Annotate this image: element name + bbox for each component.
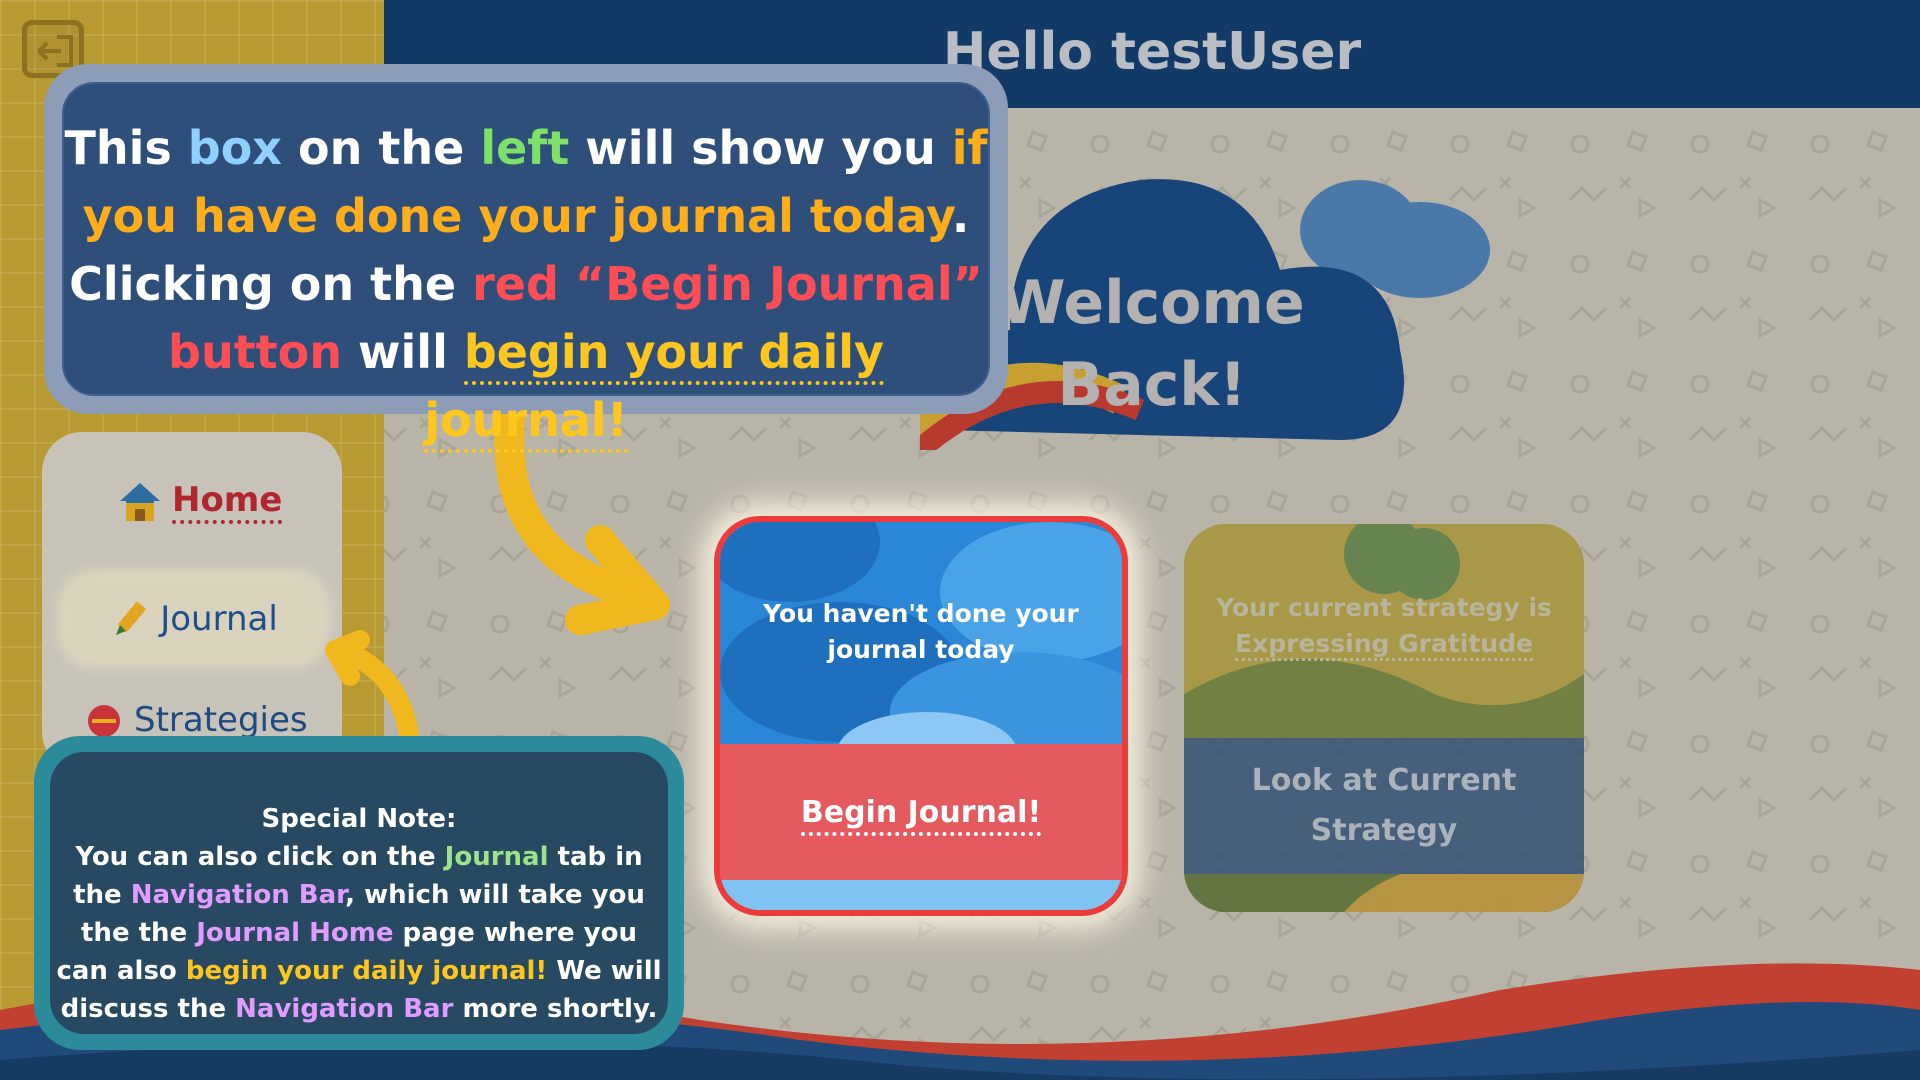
begin-journal-label: Begin Journal! [800, 794, 1042, 836]
logout-icon [37, 35, 73, 67]
tip-text: begin your daily journal! [424, 325, 884, 453]
tip-text: Clicking on the [69, 257, 473, 311]
note-text: page where you [393, 918, 637, 948]
journal-card-sky: You haven't done your journal today [720, 522, 1122, 744]
nav-item-journal[interactable]: Journal [66, 578, 322, 660]
strategy-button-line-2: Strategy [1310, 813, 1458, 848]
status-line-1: You haven't done your [763, 599, 1079, 628]
strategy-card: Your current strategy is Expressing Grat… [1184, 524, 1584, 912]
tip-text: This [64, 121, 188, 175]
journal-status-text: You haven't done your journal today [740, 596, 1102, 668]
navigation-bar: Home Journal Strategies [42, 432, 342, 772]
status-line-2: journal today [827, 635, 1015, 664]
note-line-3: the the Journal Home page where you [50, 914, 668, 952]
strategy-name: Expressing Gratitude [1235, 629, 1533, 661]
special-note-box: Special Note: You can also click on the … [34, 736, 684, 1050]
strategy-icon [88, 705, 120, 737]
app-screen: Hello testUser Welcome Back! Home Journa… [0, 0, 1920, 1080]
note-text: Navigation Bar [130, 880, 346, 910]
note-text: discuss the [60, 994, 236, 1024]
note-text: We will [547, 956, 662, 986]
current-strategy-text: Your current strategy is Expressing Grat… [1194, 590, 1574, 662]
tip-text: red “Begin Journal” [472, 257, 983, 311]
tooltip-line-2: you have done your journal today. [64, 182, 988, 250]
note-text: the [73, 880, 131, 910]
tip-text: if [951, 121, 988, 175]
note-title: Special Note: [261, 804, 457, 834]
tooltip-line-1: This box on the left will show you if [64, 114, 988, 182]
tooltip-line-3: Clicking on the red “Begin Journal” [64, 250, 988, 318]
note-text: You can also click on the [75, 842, 445, 872]
nav-item-strategies[interactable]: Strategies [84, 700, 308, 740]
note-text: tab in [548, 842, 643, 872]
nav-item-label: Journal [160, 599, 278, 639]
tip-text: button [168, 325, 343, 379]
welcome-message: Welcome Back! [952, 262, 1352, 426]
note-text: Journal Home [196, 918, 394, 948]
note-text: can also [56, 956, 186, 986]
nav-item-home[interactable]: Home [118, 480, 283, 524]
tooltip-line-4: button will begin your daily journal! [64, 318, 988, 454]
look-at-current-strategy-button[interactable]: Look at Current Strategy [1184, 738, 1584, 874]
note-text: the the [81, 918, 197, 948]
note-line-4: can also begin your daily journal! We wi… [50, 952, 668, 990]
tip-text: on the [281, 121, 481, 175]
note-line-5: discuss the Navigation Bar more shortly. [50, 990, 668, 1028]
note-text: begin your daily journal! [185, 956, 548, 986]
strategy-button-line-1: Look at Current [1251, 763, 1517, 798]
note-text: Journal [444, 842, 549, 872]
strategy-line-1: Your current strategy is [1216, 593, 1552, 622]
arrow-to-journal-tab [325, 630, 420, 750]
note-text: more shortly. [453, 994, 658, 1024]
note-text: , which will take you [345, 880, 645, 910]
tip-text: box [187, 121, 282, 175]
tip-text: . [951, 189, 970, 243]
tip-text: will [342, 325, 464, 379]
nav-item-label: Home [172, 480, 283, 524]
welcome-line-2: Back! [1057, 350, 1247, 420]
tutorial-tooltip: This box on the left will show you if yo… [44, 64, 1008, 453]
tip-text: will show you [569, 121, 952, 175]
house-icon [120, 483, 160, 521]
journal-status-card: You haven't done your journal today Begi… [714, 516, 1128, 916]
tip-text: you have done your journal today [82, 189, 952, 243]
special-note: Special Note: You can also click on the … [50, 752, 668, 1034]
note-line-2: the Navigation Bar, which will take you [50, 876, 668, 914]
welcome-line-1: Welcome [999, 268, 1305, 338]
begin-journal-button[interactable]: Begin Journal! [720, 744, 1122, 880]
note-text: Navigation Bar [235, 994, 454, 1024]
nav-item-label: Strategies [134, 700, 308, 740]
note-line-1: You can also click on the Journal tab in [50, 838, 668, 876]
tutorial-message: This box on the left will show you if yo… [62, 82, 990, 453]
pencil-icon [116, 601, 147, 635]
tip-text: left [480, 121, 570, 175]
